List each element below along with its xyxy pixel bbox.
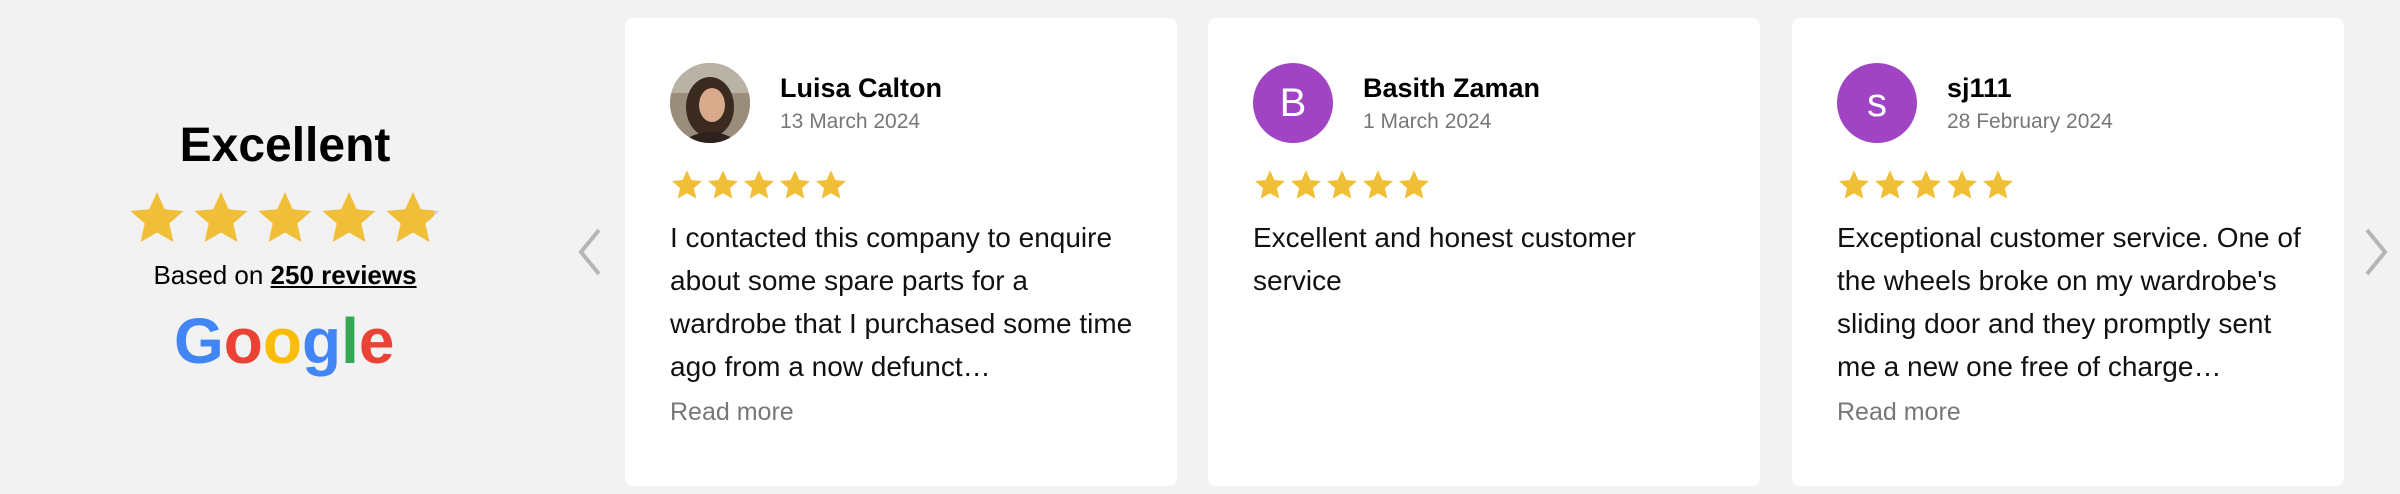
- based-on-label: Based on: [153, 260, 264, 290]
- summary-star-rating: [110, 188, 460, 248]
- review-date: 28 February 2024: [1947, 110, 2113, 134]
- review-date: 13 March 2024: [780, 110, 921, 134]
- star-icon: [814, 168, 848, 202]
- avatar: s: [1837, 63, 1917, 143]
- read-more-link[interactable]: Read more: [670, 398, 1131, 427]
- chevron-right-icon: [2365, 228, 2388, 276]
- review-card: Luisa Calton 13 March 2024 I contacted t…: [625, 18, 1177, 486]
- reviewer-name: Luisa Calton: [780, 72, 943, 103]
- star-icon: [1397, 168, 1431, 202]
- star-icon: [127, 188, 187, 248]
- star-icon: [191, 188, 251, 248]
- reviewer-name: Basith Zaman: [1363, 72, 1541, 103]
- review-star-rating: [1253, 168, 1714, 202]
- profile-photo: [670, 63, 750, 143]
- review-card: B Basith Zaman 1 March 2024 Excellent an…: [1208, 18, 1760, 486]
- reviews-link[interactable]: 250 reviews: [271, 260, 417, 290]
- star-icon: [1361, 168, 1395, 202]
- avatar: [670, 63, 750, 143]
- rating-title: Excellent: [179, 119, 391, 172]
- rating-summary: Excellent Based on 250 reviews Google: [110, 110, 460, 383]
- star-icon: [1945, 168, 1979, 202]
- next-button[interactable]: [2356, 222, 2396, 282]
- reviewer-name: sj111: [1947, 72, 2012, 103]
- partial-star-icon: [386, 192, 440, 242]
- star-icon: [1289, 168, 1323, 202]
- star-icon: [319, 188, 379, 248]
- star-icon: [778, 168, 812, 202]
- review-star-rating: [670, 168, 1131, 202]
- star-icon: [1873, 168, 1907, 202]
- chevron-left-icon: [578, 228, 601, 276]
- review-card: s sj111 28 February 2024 Exceptional cus…: [1792, 18, 2344, 486]
- review-star-rating: [1837, 168, 2298, 202]
- google-logo-image: Google: [174, 305, 394, 377]
- svg-text:Google: Google: [174, 305, 394, 377]
- star-icon: [1837, 168, 1871, 202]
- star-icon: [706, 168, 740, 202]
- review-count-text: Based on 250 reviews: [110, 260, 460, 291]
- read-more-link[interactable]: Read more: [1837, 398, 2298, 427]
- star-icon: [1909, 168, 1943, 202]
- previous-button[interactable]: [570, 222, 610, 282]
- avatar: B: [1253, 63, 1333, 143]
- review-text: I contacted this company to enquire abou…: [670, 222, 1133, 382]
- review-date: 1 March 2024: [1363, 110, 1492, 134]
- star-icon: [1253, 168, 1287, 202]
- google-logo: Google: [110, 305, 460, 383]
- star-icon: [670, 168, 704, 202]
- star-icon: [1981, 168, 2015, 202]
- star-icon: [1325, 168, 1359, 202]
- review-text: Excellent and honest customer service: [1253, 222, 1636, 296]
- star-icon: [742, 168, 776, 202]
- review-text: Exceptional customer service. One of the…: [1837, 222, 2301, 382]
- star-icon: [255, 188, 315, 248]
